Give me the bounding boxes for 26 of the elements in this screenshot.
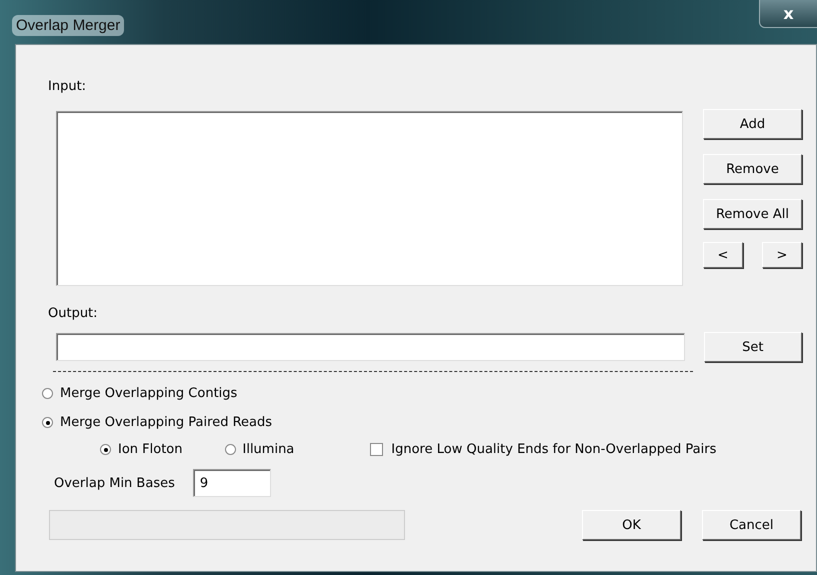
radio-label: Ion Floton [118, 442, 182, 457]
set-button[interactable]: Set [704, 332, 802, 362]
move-button[interactable]: > [762, 242, 802, 268]
input-list[interactable] [56, 111, 683, 286]
radio-button[interactable] [224, 444, 236, 455]
radio-label: Illumina [242, 442, 294, 457]
radio-button[interactable] [100, 444, 111, 455]
checkbox[interactable] [370, 443, 384, 456]
checkbox-label: Ignore Low Quality Ends for Non-Overlapped Pairs [391, 442, 716, 457]
radio-button[interactable] [42, 417, 53, 428]
radio-label: Merge Overlapping Paired Reads [60, 415, 272, 430]
input-label: Input: [48, 79, 86, 94]
list-button[interactable]: Add [703, 109, 802, 139]
window-title: Overlap Merger [12, 15, 124, 36]
radio-button[interactable] [42, 388, 53, 399]
ok-button[interactable]: OK [582, 510, 681, 540]
move-button[interactable]: < [703, 242, 743, 268]
min-bases-label: Overlap Min Bases [54, 476, 175, 490]
close-button[interactable]: x [759, 0, 817, 28]
cancel-button[interactable]: Cancel [702, 510, 801, 540]
radio-label: Merge Overlapping Contigs [60, 386, 238, 401]
list-button[interactable]: Remove All [703, 199, 802, 229]
min-bases-field[interactable]: 9 [192, 469, 271, 497]
list-button[interactable]: Remove [703, 154, 802, 184]
output-field[interactable] [56, 333, 685, 361]
output-label: Output: [48, 306, 98, 321]
